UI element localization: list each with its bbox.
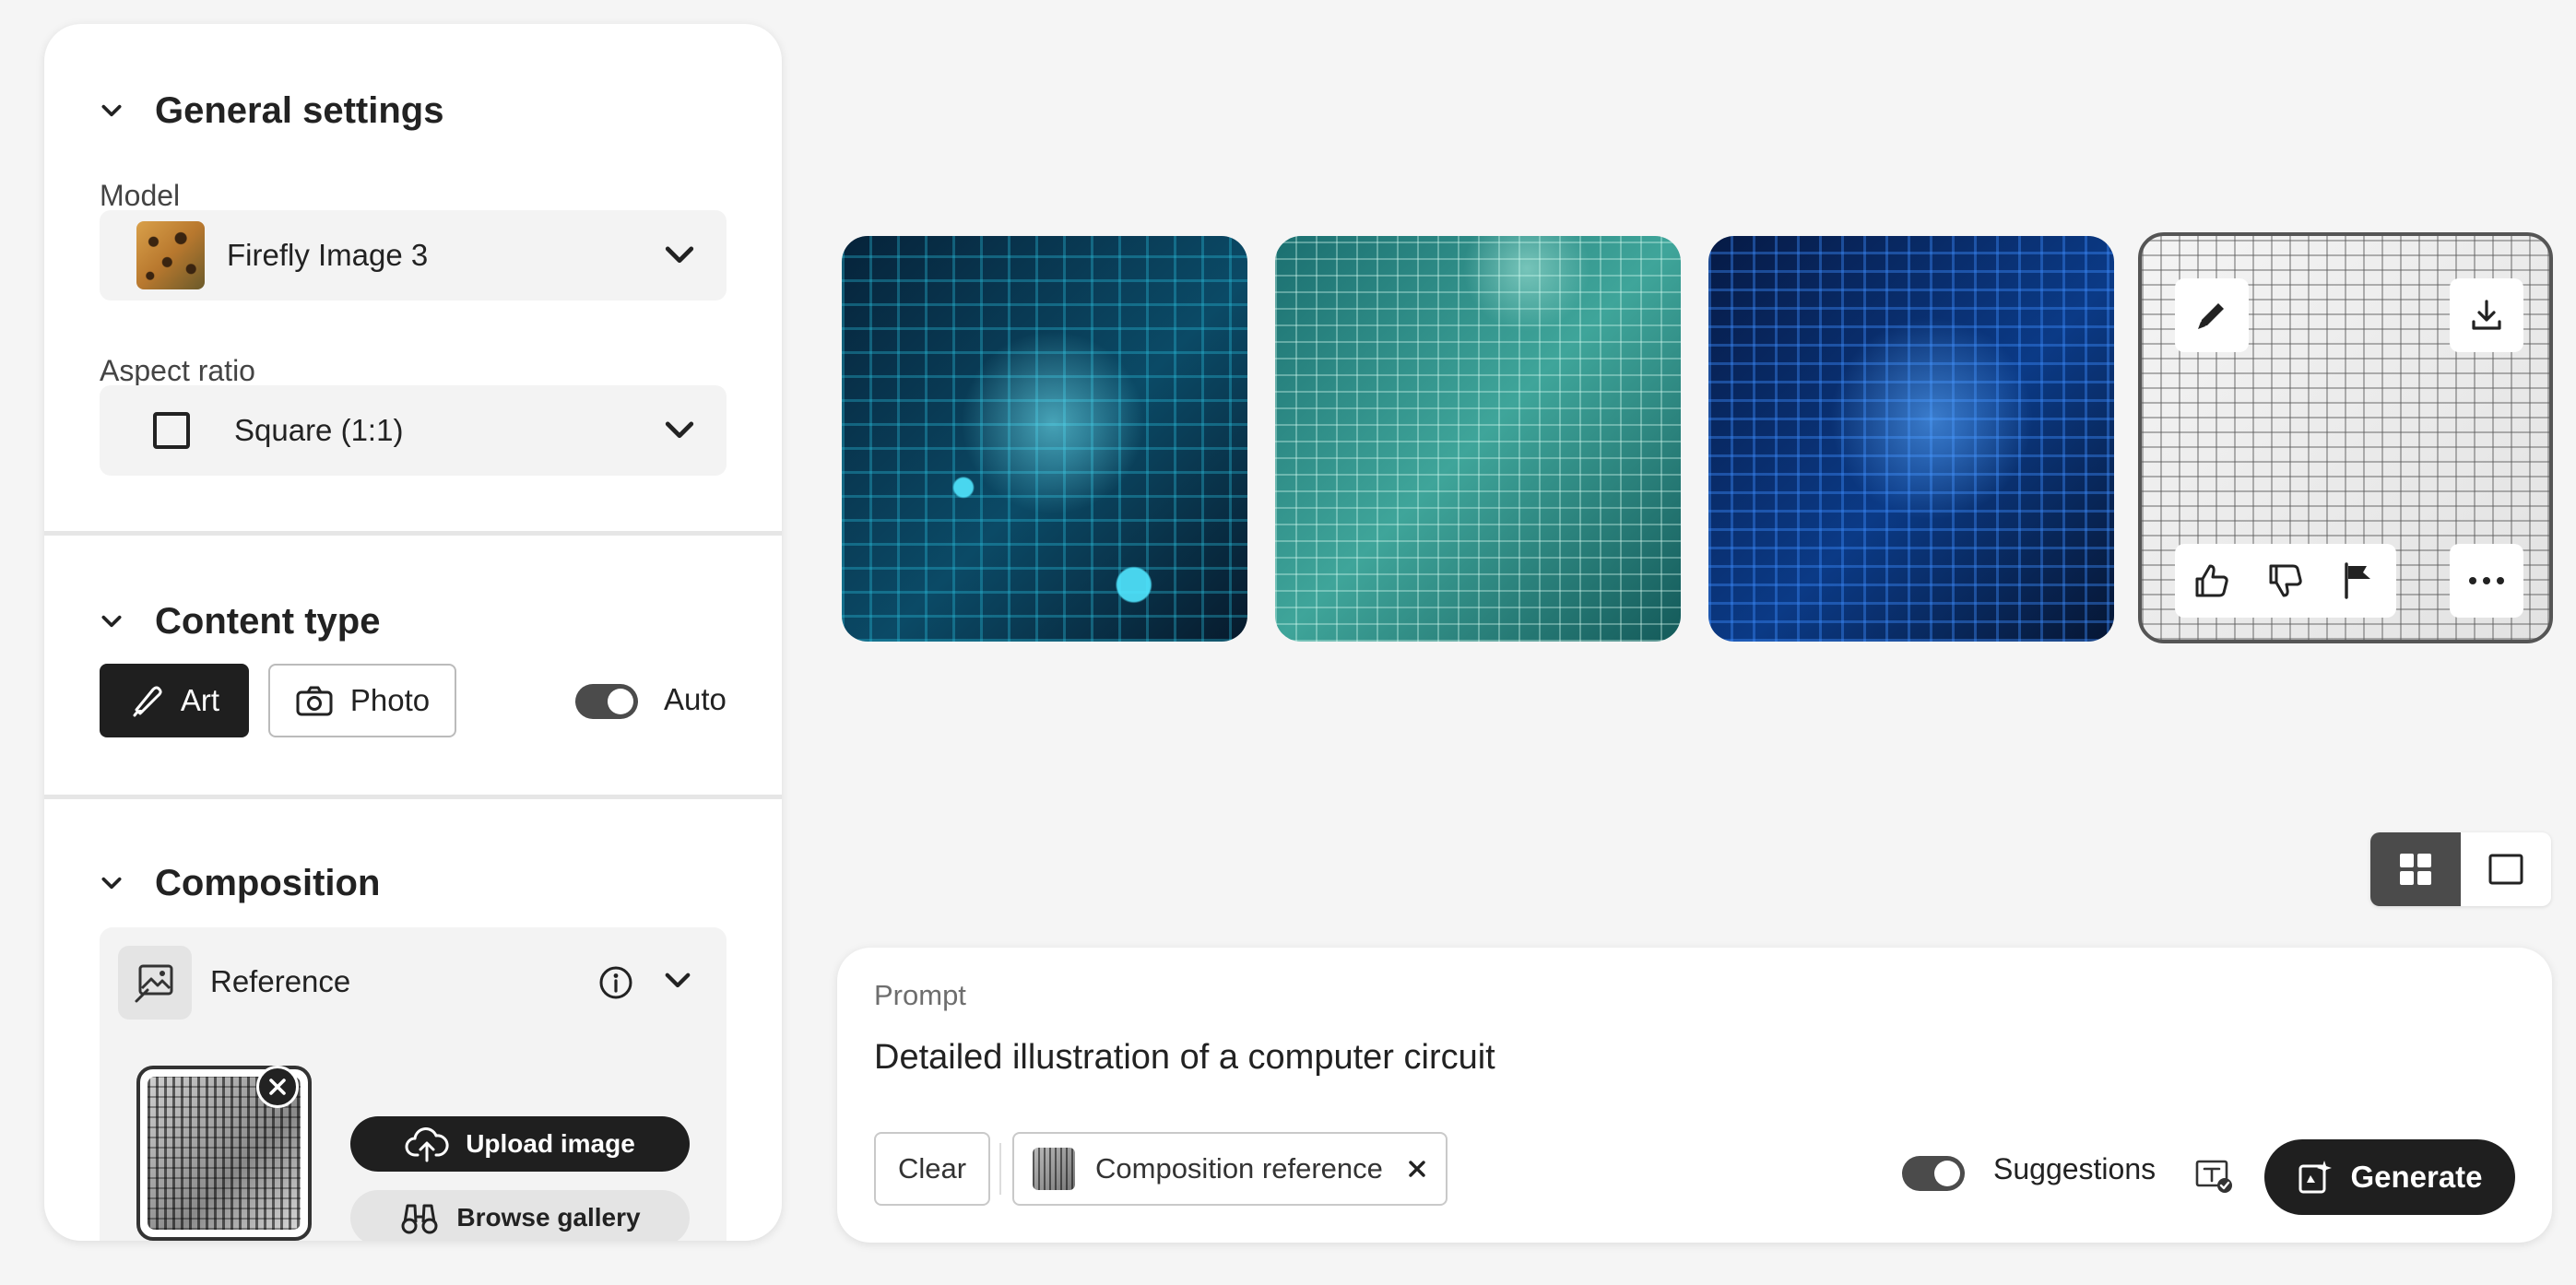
content-type-header[interactable]: Content type [100, 594, 380, 649]
aspect-ratio-value: Square (1:1) [234, 413, 404, 447]
remove-reference-button[interactable] [256, 1066, 299, 1108]
square-icon [153, 412, 190, 449]
general-settings-section: General settings [44, 83, 499, 138]
pencil-icon [2198, 303, 2224, 329]
result-image-4-selected[interactable] [2138, 232, 2553, 643]
thumbs-up-icon[interactable] [2192, 560, 2232, 601]
result-image-2[interactable] [1275, 236, 1681, 642]
close-icon [269, 1079, 286, 1095]
settings-panel: General settings Model Firefly Image 3 A… [44, 24, 782, 1241]
chevron-down-icon [101, 877, 122, 890]
download-button[interactable] [2450, 278, 2523, 352]
art-label: Art [180, 683, 220, 717]
cloud-upload-icon [405, 1127, 449, 1162]
more-icon [2469, 577, 2504, 584]
single-view-button[interactable] [2461, 832, 2551, 906]
view-toggle [2370, 832, 2551, 906]
model-thumbnail [136, 221, 205, 289]
generate-button[interactable]: Generate [2264, 1139, 2515, 1215]
section-divider [44, 531, 782, 536]
chevron-down-icon [101, 104, 122, 117]
brush-icon [133, 686, 162, 717]
aspect-ratio-picker[interactable]: Square (1:1) [100, 385, 727, 476]
photo-button[interactable]: Photo [268, 664, 456, 737]
info-icon[interactable] [597, 964, 634, 1001]
prompt-label: Prompt [874, 979, 966, 1011]
clear-button[interactable]: Clear [874, 1132, 990, 1206]
composition-reference-label: Composition reference [1095, 1152, 1383, 1185]
close-icon[interactable] [1407, 1159, 1427, 1179]
upload-image-button[interactable]: Upload image [350, 1116, 690, 1172]
photo-label: Photo [349, 683, 431, 717]
download-icon [2472, 300, 2501, 330]
feedback-toolbar [2175, 544, 2396, 618]
auto-toggle[interactable] [575, 684, 638, 719]
reference-chip-thumbnail [1033, 1148, 1075, 1190]
single-image-icon [2488, 854, 2523, 885]
chevron-down-icon [665, 421, 694, 439]
section-divider [44, 795, 782, 799]
model-picker[interactable]: Firefly Image 3 [100, 210, 727, 301]
result-image-3[interactable] [1708, 236, 2114, 642]
browse-gallery-button[interactable]: Browse gallery [350, 1190, 690, 1241]
grid-icon [2400, 854, 2431, 885]
reference-label: Reference [210, 964, 351, 998]
content-type-section: Content type [44, 594, 435, 649]
prompt-input[interactable]: Detailed illustration of a computer circ… [874, 1038, 1495, 1078]
chevron-down-icon[interactable] [664, 970, 691, 992]
general-settings-header[interactable]: General settings [100, 83, 443, 138]
aspect-ratio-label: Aspect ratio [100, 354, 255, 387]
divider [999, 1143, 1001, 1195]
art-button[interactable]: Art [100, 664, 249, 737]
composition-reference-chip[interactable]: Composition reference [1012, 1132, 1448, 1206]
content-type-title: Content type [155, 600, 381, 642]
text-check-icon[interactable] [2194, 1158, 2235, 1195]
model-label: Model [100, 179, 181, 212]
auto-label: Auto [664, 682, 727, 716]
image-reference-icon [118, 946, 192, 1020]
prompt-panel: Prompt Detailed illustration of a comput… [837, 948, 2552, 1243]
suggestions-label: Suggestions [1993, 1152, 2157, 1185]
edit-button[interactable] [2175, 278, 2249, 352]
chevron-down-icon [665, 246, 694, 264]
generate-sparkle-icon [2298, 1161, 2333, 1194]
composition-title: Composition [155, 862, 381, 903]
browse-gallery-label: Browse gallery [456, 1203, 641, 1232]
composition-section: Composition [44, 855, 435, 911]
upload-image-label: Upload image [466, 1129, 635, 1158]
suggestions-toggle[interactable] [1902, 1156, 1965, 1191]
model-value: Firefly Image 3 [227, 238, 429, 272]
thumbs-down-icon[interactable] [2265, 560, 2306, 601]
result-image-1[interactable] [842, 236, 1247, 642]
binoculars-icon [401, 1204, 438, 1234]
composition-header[interactable]: Composition [100, 855, 380, 911]
camera-icon [296, 686, 333, 716]
general-settings-title: General settings [155, 89, 444, 131]
grid-view-button[interactable] [2370, 832, 2461, 906]
chevron-down-icon [101, 615, 122, 628]
more-options-button[interactable] [2450, 544, 2523, 618]
flag-icon[interactable] [2339, 560, 2380, 601]
generate-label: Generate [2350, 1160, 2483, 1194]
